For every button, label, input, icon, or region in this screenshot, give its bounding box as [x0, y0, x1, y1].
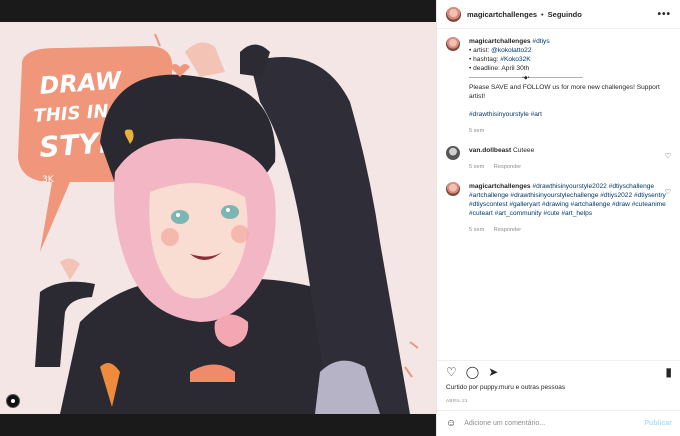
comment-username[interactable]: van.dollbeast: [469, 147, 511, 154]
bookmark-icon[interactable]: ▮: [665, 365, 672, 379]
comment-item: magicartchallenges #drawthisinyourstyle2…: [446, 182, 671, 235]
following-button[interactable]: Seguindo: [548, 10, 582, 19]
artist-hashtag-link[interactable]: #Koko32K: [500, 56, 530, 63]
caption-meta: 5 sem: [469, 127, 669, 136]
comment-text: Cuteee: [511, 147, 535, 154]
reply-button[interactable]: Responder: [494, 164, 521, 170]
comment-input[interactable]: Adicione um comentário...: [464, 420, 644, 427]
post-modal: DRAW THIS IN YOUR STYLE! 3K magicartchal…: [0, 0, 680, 436]
comment-time[interactable]: 5 sem: [469, 227, 484, 233]
post-actions: ♡ ◯ ➤ ▮: [437, 360, 680, 382]
artwork-illustration: DRAW THIS IN YOUR STYLE! 3K: [0, 22, 436, 414]
share-icon[interactable]: ➤: [488, 365, 498, 379]
caption-time[interactable]: 5 sem: [469, 128, 484, 134]
caption: magicartchallenges #dtiys • artist: @kok…: [446, 37, 671, 136]
caption-hashtag-label: • hashtag:: [469, 56, 501, 63]
art-subtext: 3K: [42, 175, 55, 185]
comment-username[interactable]: magicartchallenges: [469, 183, 531, 190]
likes-summary[interactable]: Curtido por puppy.muru e outras pessoas: [446, 384, 565, 391]
like-comment-heart-icon[interactable]: ♡: [665, 152, 671, 160]
tagged-user-icon[interactable]: [6, 394, 20, 408]
separator-dot: •: [541, 9, 544, 19]
post-date: ABRIL 21: [446, 398, 468, 403]
post-header: magicartchallenges • Seguindo •••: [437, 0, 680, 29]
comment-meta: 5 sem Responder: [469, 163, 669, 172]
avatar[interactable]: [446, 6, 461, 22]
post-image[interactable]: DRAW THIS IN YOUR STYLE! 3K: [0, 22, 436, 414]
emoji-icon[interactable]: ☺: [446, 418, 456, 429]
comment-icon[interactable]: ◯: [466, 365, 479, 379]
avatar[interactable]: [446, 146, 460, 160]
like-comment-heart-icon[interactable]: ♡: [665, 188, 671, 196]
caption-tags[interactable]: #drawthisinyourstyle #art: [469, 111, 542, 118]
avatar[interactable]: [446, 37, 460, 51]
caption-deadline: • deadline: April 30th: [469, 65, 530, 72]
reply-button[interactable]: Responder: [494, 227, 521, 233]
avatar[interactable]: [446, 182, 460, 196]
art-text-draw: DRAW: [38, 66, 123, 100]
artist-handle-link[interactable]: @kokolatto22: [491, 47, 531, 54]
header-username[interactable]: magicartchallenges: [467, 10, 537, 19]
post-details-panel: magicartchallenges • Seguindo ••• magica…: [436, 0, 680, 436]
heart-icon[interactable]: ♡: [446, 365, 457, 379]
comment-item: van.dollbeast Cuteee 5 sem Responder ♡: [446, 146, 671, 172]
comment-meta: 5 sem Responder: [469, 226, 669, 235]
caption-username[interactable]: magicartchallenges: [469, 38, 531, 45]
caption-paragraph: Please SAVE and FOLLOW us for more new c…: [469, 84, 660, 100]
caption-artist-label: • artist:: [469, 47, 492, 54]
comments-list: magicartchallenges #dtiys • artist: @kok…: [437, 29, 680, 356]
caption-hashtag[interactable]: #dtiys: [532, 38, 549, 45]
more-options-icon[interactable]: •••: [657, 9, 671, 20]
add-comment-bar: ☺ Adicione um comentário... Publicar: [437, 410, 680, 436]
caption-divider: ───────────────•◆•───────────────: [469, 75, 583, 81]
publish-button[interactable]: Publicar: [644, 420, 672, 427]
comment-time[interactable]: 5 sem: [469, 164, 484, 170]
